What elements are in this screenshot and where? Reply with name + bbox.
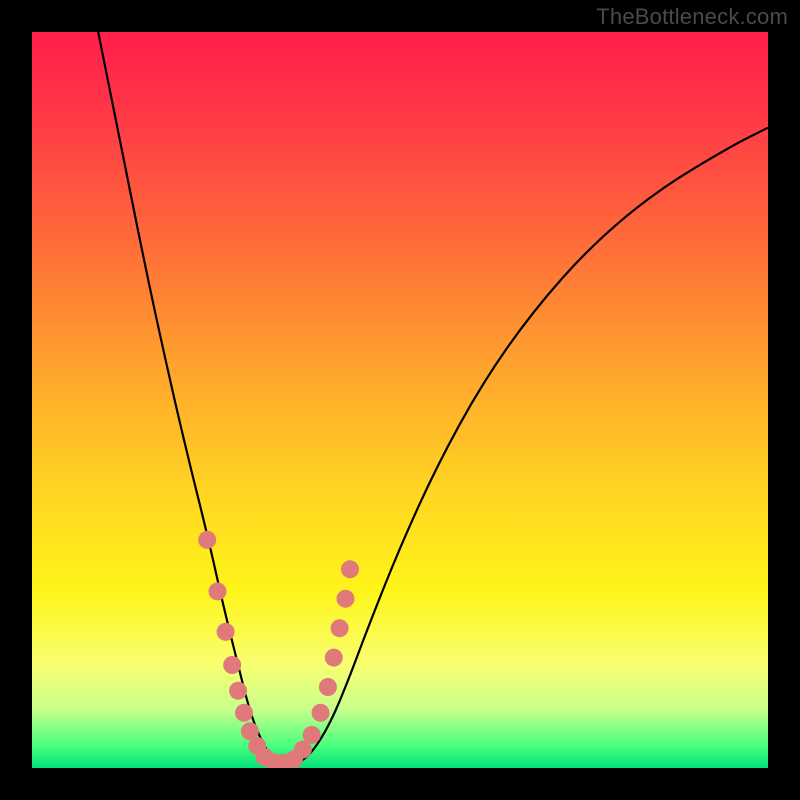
marker-group — [198, 531, 359, 768]
highlight-dot — [319, 678, 337, 696]
highlight-dot — [325, 649, 343, 667]
highlight-dot — [235, 704, 253, 722]
highlight-dot — [209, 582, 227, 600]
highlight-dot — [223, 656, 241, 674]
bottleneck-curve — [98, 32, 768, 764]
highlight-dot — [337, 590, 355, 608]
highlight-dot — [331, 619, 349, 637]
chart-frame: TheBottleneck.com — [0, 0, 800, 800]
highlight-dot — [312, 704, 330, 722]
highlight-dot — [303, 726, 321, 744]
highlight-dot — [217, 623, 235, 641]
watermark-label: TheBottleneck.com — [596, 4, 788, 30]
highlight-dot — [229, 682, 247, 700]
highlight-dot — [341, 560, 359, 578]
plot-area — [32, 32, 768, 768]
curve-overlay — [32, 32, 768, 768]
highlight-dot — [198, 531, 216, 549]
